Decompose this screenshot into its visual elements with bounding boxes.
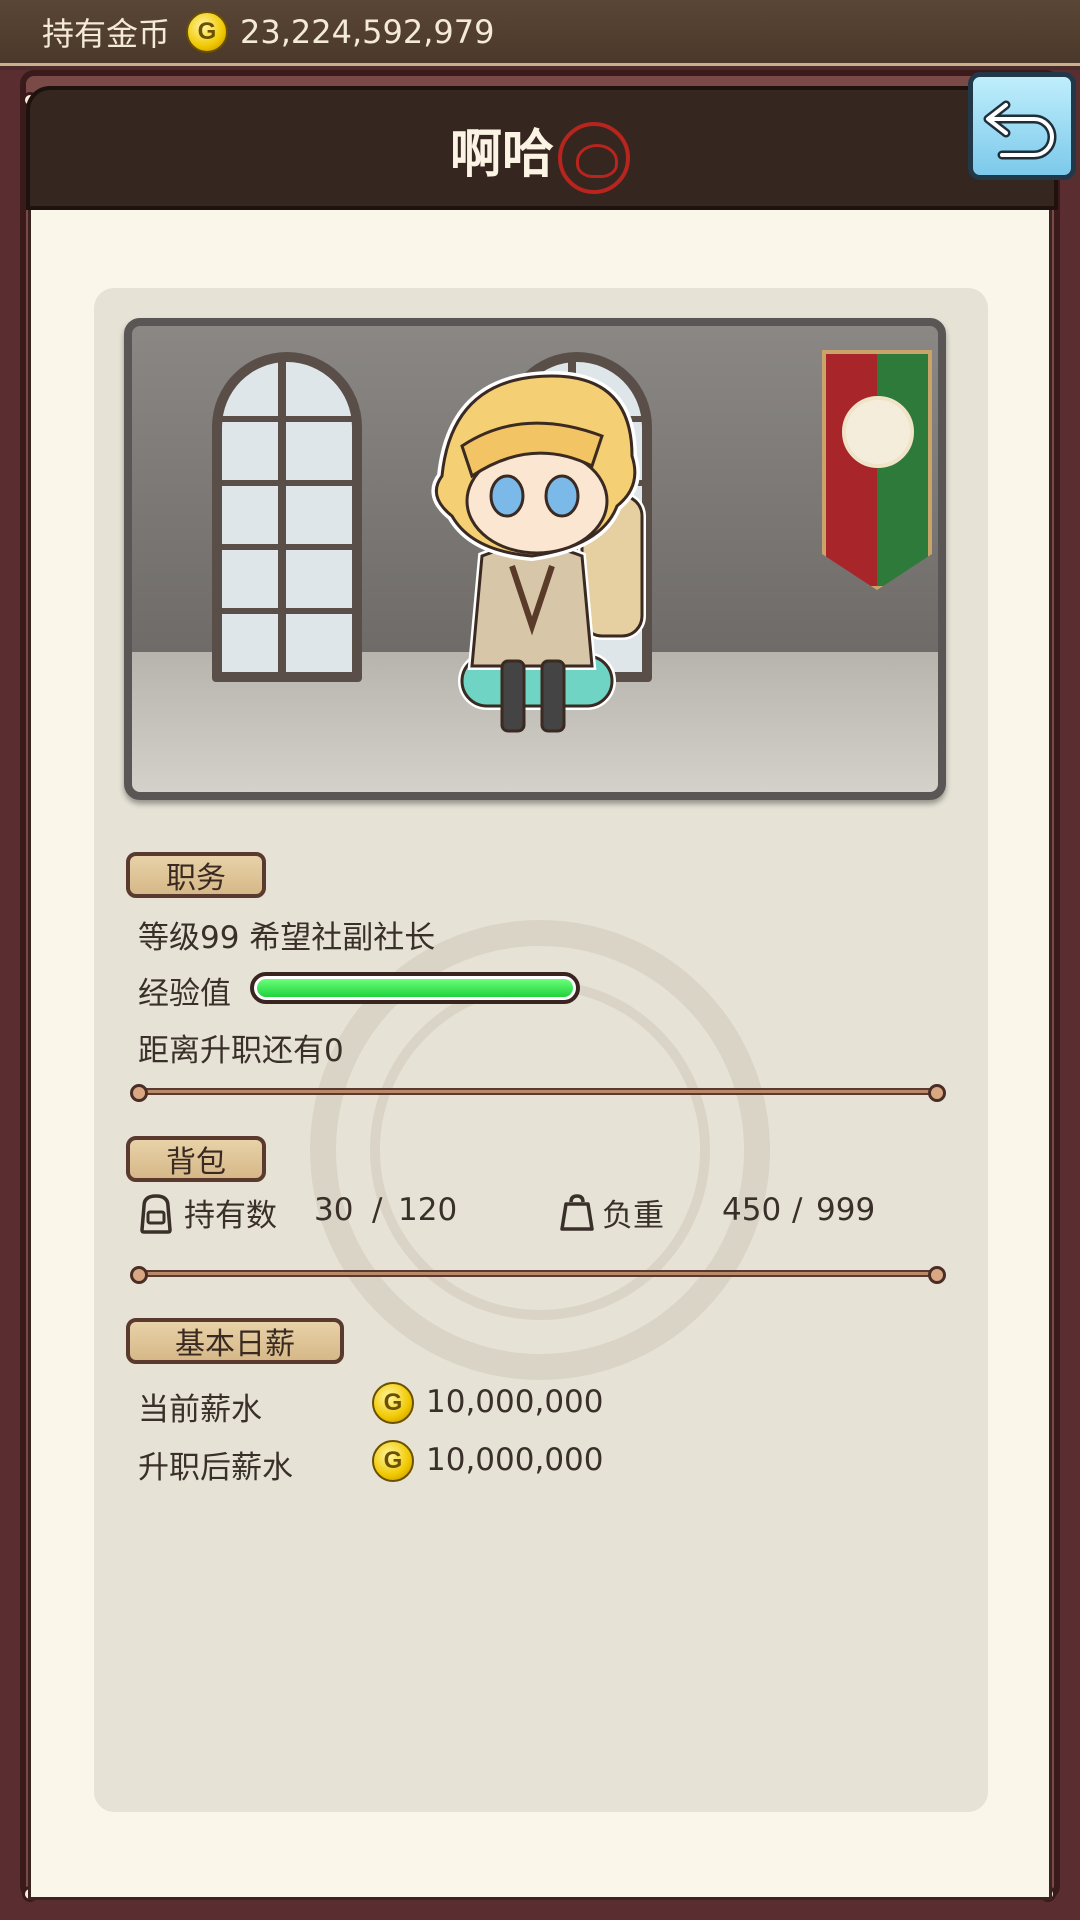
banner-emblem-icon xyxy=(842,396,914,468)
item-count-current: 30 xyxy=(314,1192,354,1228)
section-divider xyxy=(130,1084,946,1102)
current-salary-label: 当前薪水 xyxy=(138,1392,262,1428)
promoted-salary-label: 升职后薪水 xyxy=(138,1450,293,1486)
xp-progress-fill xyxy=(257,979,573,997)
section-divider xyxy=(130,1266,946,1284)
gold-bar: 持有金币 G 23,224,592,979 xyxy=(0,0,1080,66)
item-count-separator: / xyxy=(372,1192,383,1228)
gold-coin-icon: G xyxy=(372,1382,414,1424)
bag-section-tag: 背包 xyxy=(126,1136,266,1182)
character-sprite xyxy=(431,370,646,733)
item-count-max: 120 xyxy=(398,1192,458,1228)
arched-window xyxy=(212,352,362,682)
gold-label: 持有金币 xyxy=(42,14,171,53)
xp-progress-bar xyxy=(250,972,580,1004)
return-arrow-icon xyxy=(983,100,1057,160)
weight-label: 负重 xyxy=(602,1198,664,1234)
weight-separator: / xyxy=(792,1192,803,1228)
weight-current: 450 xyxy=(722,1192,782,1228)
backpack-icon xyxy=(140,1194,172,1234)
gold-amount: 23,224,592,979 xyxy=(240,12,495,51)
xp-label: 经验值 xyxy=(138,976,231,1012)
character-portrait xyxy=(124,318,946,800)
guild-banner xyxy=(822,350,932,590)
page-title: 啊哈 xyxy=(0,112,1080,194)
gold-coin-icon: G xyxy=(372,1440,414,1482)
current-salary-value: 10,000,000 xyxy=(426,1384,604,1420)
seal-stamp-icon xyxy=(558,122,630,194)
weight-max: 999 xyxy=(816,1192,876,1228)
promotion-remaining: 距离升职还有0 xyxy=(138,1033,344,1069)
back-button[interactable] xyxy=(968,72,1076,180)
promoted-salary-value: 10,000,000 xyxy=(426,1442,604,1478)
weight-icon xyxy=(560,1194,594,1231)
character-name: 啊哈 xyxy=(449,125,554,185)
salary-section-tag: 基本日薪 xyxy=(126,1318,344,1364)
job-section-tag: 职务 xyxy=(126,852,266,898)
gold-coin-icon: G xyxy=(186,10,229,53)
item-count-label: 持有数 xyxy=(184,1198,277,1234)
level-title: 等级99 希望社副社长 xyxy=(138,920,436,956)
